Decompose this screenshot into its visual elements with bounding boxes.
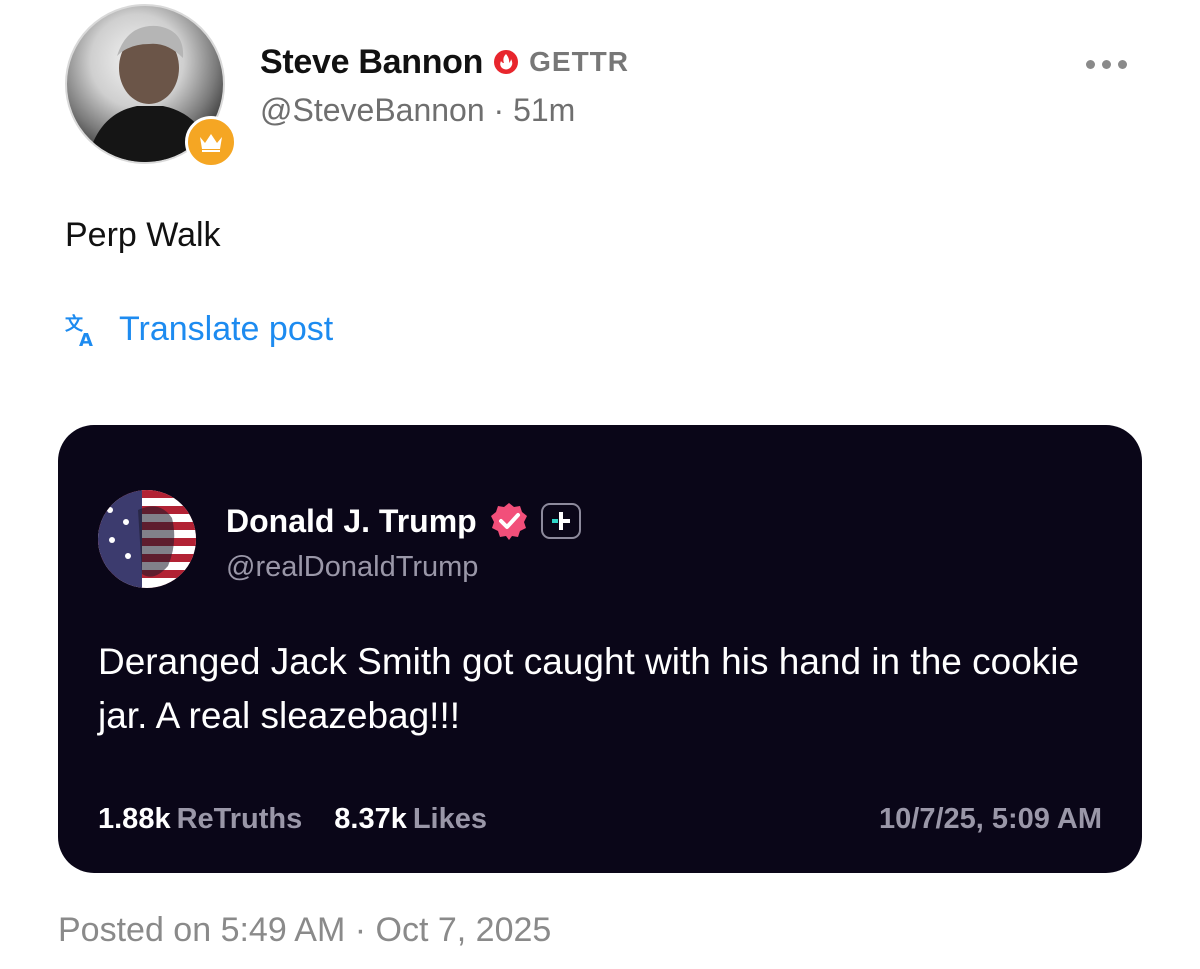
retruths-count[interactable]: 1.88k	[98, 803, 171, 836]
platform-label: GETTR	[529, 46, 630, 77]
author-handle-time[interactable]: @SteveBannon · 51m	[260, 92, 575, 129]
quoted-timestamp: 10/7/25, 5:09 AM	[879, 803, 1102, 835]
verified-badge-icon	[490, 503, 527, 540]
likes-count[interactable]: 8.37k	[334, 803, 407, 836]
author-avatar-wrap[interactable]	[65, 4, 237, 168]
author-name[interactable]: Steve Bannon	[260, 43, 483, 82]
more-dots-icon[interactable]	[1086, 54, 1136, 74]
retruths-label[interactable]: ReTruths	[177, 803, 303, 836]
quoted-handle[interactable]: @realDonaldTrump	[226, 551, 478, 584]
quoted-author-name[interactable]: Donald J. Trump	[226, 503, 477, 540]
post-text: Perp Walk	[65, 216, 221, 254]
quoted-avatar[interactable]	[98, 490, 196, 588]
translate-icon: 文 A	[65, 313, 93, 348]
quoted-stats: 1.88k ReTruths 8.37k Likes	[98, 803, 487, 836]
plus-icon	[551, 512, 570, 530]
flame-verified-icon	[494, 50, 519, 74]
translate-label: Translate post	[119, 310, 334, 348]
crown-badge	[185, 116, 237, 168]
quoted-text: Deranged Jack Smith got caught with his …	[98, 641, 1080, 736]
likes-label[interactable]: Likes	[413, 803, 487, 836]
truth-plus-badge	[540, 503, 581, 539]
translate-post-button[interactable]: 文 A Translate post	[65, 310, 333, 349]
crown-icon	[200, 134, 222, 152]
quoted-post-card[interactable]: Donald J. Trump @realDonaldTrump Derange…	[58, 425, 1142, 873]
svg-text:A: A	[79, 330, 93, 348]
author-row: Steve Bannon GETTR	[260, 40, 629, 84]
posted-on-timestamp: Posted on 5:49 AM · Oct 7, 2025	[58, 911, 552, 949]
quoted-name-row: Donald J. Trump	[226, 501, 581, 541]
